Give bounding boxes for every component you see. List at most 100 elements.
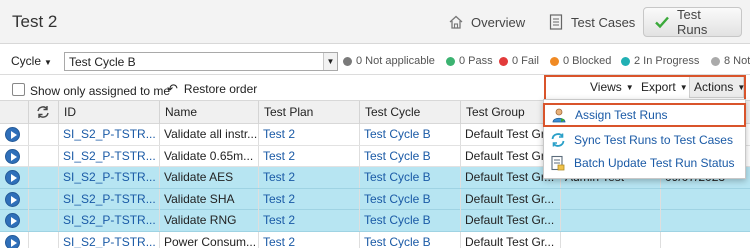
column-divider [28, 167, 29, 188]
tab-test-runs[interactable]: Test Runs [643, 7, 742, 37]
column-header-test-cycle[interactable]: Test Cycle [359, 101, 460, 124]
stat-not-applicable: 0 Not applicable [343, 55, 435, 67]
restore-order-button[interactable]: ↶ Restore order [167, 81, 257, 97]
column-divider [28, 210, 29, 231]
stat-label: 0 Fail [512, 55, 539, 67]
sync-icon [550, 132, 566, 148]
cell-test-group: Default Test Gr... [465, 191, 555, 206]
column-divider [28, 188, 29, 210]
page-title: Test 2 [12, 12, 58, 31]
status-dot-icon [499, 56, 508, 66]
menu-item-label: Assign Test Runs [575, 108, 668, 122]
stat-label: 8 Not [724, 55, 750, 67]
cell-test-cycle[interactable]: Test Cycle B [359, 167, 460, 188]
column-run [0, 101, 28, 124]
cell-id[interactable]: SI_S2_P-TSTR... [58, 124, 159, 145]
page-header: Test 2 Overview Test Cases Test Runs [0, 0, 750, 44]
table-row[interactable]: SI_S2_P-TSTR... Power Consum... Test 2 Test… [0, 231, 750, 248]
tab-test-runs-label: Test Runs [677, 7, 708, 37]
column-header-id[interactable]: ID [58, 101, 159, 124]
stat-in-progress: 2 In Progress [621, 55, 699, 67]
run-play-icon[interactable] [5, 191, 20, 207]
menu-item-label: Batch Update Test Run Status [574, 156, 735, 170]
batch-update-icon [550, 155, 566, 171]
menu-item-assign-test-runs[interactable]: Assign Test Runs [543, 103, 746, 127]
stat-label: 0 Blocked [563, 55, 612, 67]
cell-id[interactable]: SI_S2_P-TSTR... [58, 167, 159, 188]
column-header-name[interactable]: Name [159, 101, 258, 124]
cell-test-cycle[interactable]: Test Cycle B [359, 124, 460, 145]
run-play-icon[interactable] [5, 148, 20, 164]
status-dot-icon [446, 56, 455, 66]
cell-name: Validate SHA [164, 191, 235, 206]
stat-label: 2 In Progress [634, 55, 700, 67]
home-icon [448, 14, 464, 30]
stat-label: 0 Pass [459, 55, 493, 67]
checkmark-icon [654, 14, 670, 30]
run-play-icon[interactable] [5, 213, 20, 228]
restore-order-label: Restore order [183, 82, 258, 96]
cell-test-cycle[interactable]: Test Cycle B [359, 210, 460, 231]
cell-test-group: Default Test Gr... [465, 234, 555, 248]
cell-name: Validate all instr... [164, 127, 258, 141]
tab-overview[interactable]: Overview [438, 7, 535, 37]
cell-test-plan[interactable]: Test 2 [258, 167, 359, 188]
tab-test-cases-label: Test Cases [571, 14, 636, 30]
column-divider [28, 231, 29, 248]
tab-test-cases[interactable]: Test Cases [538, 7, 645, 37]
cycle-select-value: Test Cycle B [69, 55, 136, 69]
sync-icon [36, 106, 50, 122]
cell-assignee [560, 189, 660, 210]
cell-id[interactable]: SI_S2_P-TSTR... [58, 232, 159, 248]
cell-name: Validate AES [164, 170, 234, 184]
cell-test-cycle[interactable]: Test Cycle B [359, 189, 460, 210]
cell-name: Validate 0.65m... [164, 148, 254, 163]
run-play-icon[interactable] [5, 127, 20, 142]
cell-id[interactable]: SI_S2_P-TSTR... [58, 146, 159, 167]
cycle-filter-label: Cycle [11, 54, 42, 68]
stat-fail: 0 Fail [499, 55, 539, 67]
undo-icon: ↶ [167, 81, 178, 96]
chevron-down-icon[interactable]: ▼ [323, 53, 337, 70]
run-play-icon[interactable] [5, 234, 20, 248]
show-only-assigned-label: Show only assigned to me [30, 84, 171, 98]
assign-user-icon [551, 107, 567, 123]
cell-test-group: Default Test Gr... [465, 213, 555, 227]
tab-overview-label: Overview [471, 14, 526, 30]
cell-name: Power Consum... [164, 234, 257, 248]
status-dot-icon [343, 56, 352, 66]
cell-test-plan[interactable]: Test 2 [258, 210, 359, 231]
menu-item-sync-test-runs[interactable]: Sync Test Runs to Test Cases [544, 129, 745, 151]
cycle-select[interactable]: Test Cycle B ▼ [64, 52, 338, 71]
cell-assignee [560, 210, 660, 231]
status-dot-icon [711, 56, 720, 66]
stat-blocked: 0 Blocked [550, 55, 611, 67]
run-play-icon[interactable] [5, 170, 20, 185]
column-header-test-plan[interactable]: Test Plan [258, 101, 359, 124]
cell-id[interactable]: SI_S2_P-TSTR... [58, 189, 159, 210]
cell-test-plan[interactable]: Test 2 [258, 124, 359, 145]
caret-down-icon: ▼ [44, 58, 52, 67]
cycle-filter-dropdown[interactable]: Cycle ▼ [11, 54, 52, 68]
stat-label: 0 Not applicable [356, 55, 435, 67]
cell-date [660, 189, 750, 210]
column-divider [28, 145, 29, 167]
table-row[interactable]: SI_S2_P-TSTR... Validate SHA Test 2 Test Cy… [0, 188, 750, 210]
menu-item-label: Sync Test Runs to Test Cases [574, 133, 733, 147]
table-row[interactable]: SI_S2_P-TSTR... Validate RNG Test 2 Test Cy… [0, 210, 750, 232]
status-dot-icon [550, 56, 559, 66]
cell-test-cycle[interactable]: Test Cycle B [359, 146, 460, 167]
menu-item-batch-update[interactable]: Batch Update Test Run Status [544, 152, 745, 174]
cell-date [660, 210, 750, 231]
status-dot-icon [621, 56, 630, 66]
cell-test-plan[interactable]: Test 2 [258, 232, 359, 248]
cell-test-cycle[interactable]: Test Cycle B [359, 232, 460, 248]
cell-id[interactable]: SI_S2_P-TSTR... [58, 210, 159, 231]
cell-test-plan[interactable]: Test 2 [258, 146, 359, 167]
show-only-assigned-checkbox[interactable] [12, 83, 25, 96]
column-sync[interactable] [28, 101, 58, 124]
cell-test-plan[interactable]: Test 2 [258, 189, 359, 210]
stat-pass: 0 Pass [446, 55, 493, 67]
cell-date [660, 232, 750, 248]
document-list-icon [548, 14, 564, 30]
